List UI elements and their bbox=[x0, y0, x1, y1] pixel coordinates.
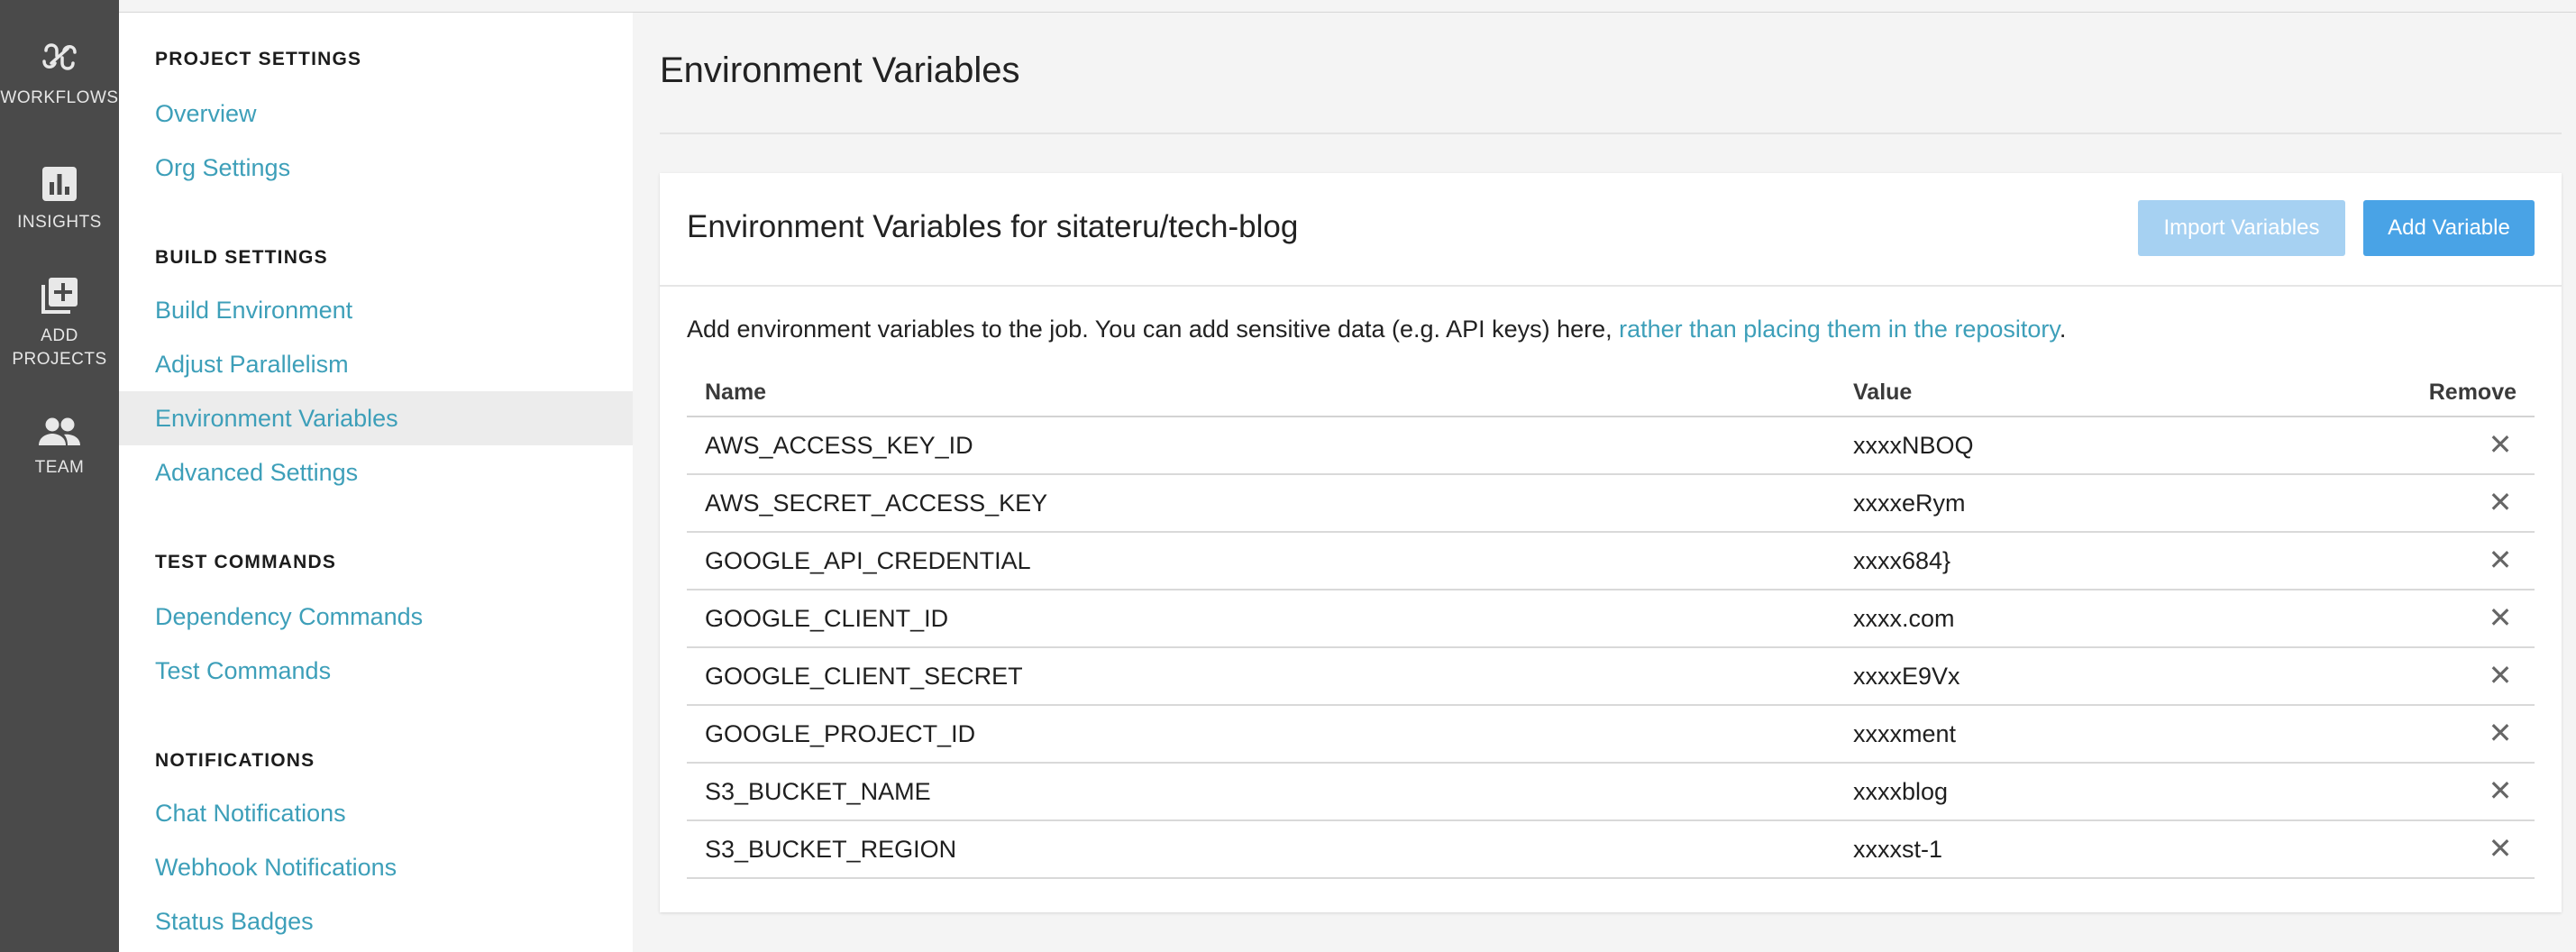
table-row: S3_BUCKET_NAME xxxxblog ✕ bbox=[687, 763, 2535, 821]
column-header-name: Name bbox=[687, 370, 1835, 417]
sidebar-link-dependency-commands[interactable]: Dependency Commands bbox=[119, 590, 633, 644]
settings-sidebar: PROJECT SETTINGS Overview Org Settings B… bbox=[119, 13, 633, 952]
table-header-row: Name Value Remove bbox=[687, 370, 2535, 417]
var-name: GOOGLE_CLIENT_ID bbox=[687, 590, 1835, 648]
sidebar-link-advanced-settings[interactable]: Advanced Settings bbox=[119, 445, 633, 499]
sidebar-link-webhook-notifications[interactable]: Webhook Notifications bbox=[119, 840, 633, 894]
remove-variable-icon[interactable]: ✕ bbox=[2484, 545, 2517, 574]
rail-label-projects: PROJECTS bbox=[12, 350, 107, 369]
app-nav-rail: WORKFLOWS INSIGHTS ADD PROJECTS TEAM bbox=[0, 0, 119, 952]
sidebar-link-chat-notifications[interactable]: Chat Notifications bbox=[119, 786, 633, 840]
section-heading-test-commands: TEST COMMANDS bbox=[155, 552, 337, 572]
var-value: xxxxNBOQ bbox=[1835, 416, 2376, 475]
title-divider bbox=[660, 133, 2562, 134]
card-title: Environment Variables for sitateru/tech-… bbox=[687, 209, 1299, 244]
sidebar-link-org-settings[interactable]: Org Settings bbox=[119, 141, 633, 195]
table-row: GOOGLE_CLIENT_ID xxxx.com ✕ bbox=[687, 590, 2535, 648]
rail-item-team[interactable]: TEAM bbox=[0, 416, 119, 480]
var-name: AWS_SECRET_ACCESS_KEY bbox=[687, 474, 1835, 533]
sidebar-link-test-commands[interactable]: Test Commands bbox=[119, 644, 633, 698]
remove-variable-icon[interactable]: ✕ bbox=[2484, 603, 2517, 632]
rail-item-insights[interactable]: INSIGHTS bbox=[0, 166, 119, 234]
var-name: AWS_ACCESS_KEY_ID bbox=[687, 416, 1835, 475]
column-header-value: Value bbox=[1835, 370, 2376, 417]
remove-variable-icon[interactable]: ✕ bbox=[2484, 661, 2517, 690]
table-row: GOOGLE_CLIENT_SECRET xxxxE9Vx ✕ bbox=[687, 647, 2535, 706]
card-header-divider bbox=[660, 285, 2562, 287]
var-value: xxxx684} bbox=[1835, 532, 2376, 590]
var-value: xxxxE9Vx bbox=[1835, 647, 2376, 706]
var-value: xxxxblog bbox=[1835, 763, 2376, 821]
remove-variable-icon[interactable]: ✕ bbox=[2484, 719, 2517, 747]
description-end: . bbox=[2059, 316, 2067, 343]
table-row: GOOGLE_API_CREDENTIAL xxxx684} ✕ bbox=[687, 532, 2535, 590]
rail-label-workflows: WORKFLOWS bbox=[0, 88, 119, 107]
team-icon bbox=[39, 417, 80, 445]
sidebar-link-build-environment[interactable]: Build Environment bbox=[119, 283, 633, 337]
table-row: AWS_ACCESS_KEY_ID xxxxNBOQ ✕ bbox=[687, 416, 2535, 475]
sidebar-link-environment-variables[interactable]: Environment Variables bbox=[119, 391, 633, 445]
rail-label-add: ADD bbox=[41, 326, 78, 345]
rail-label-team: TEAM bbox=[34, 458, 85, 477]
var-name: S3_BUCKET_NAME bbox=[687, 763, 1835, 821]
var-value: xxxxment bbox=[1835, 705, 2376, 764]
var-name: S3_BUCKET_REGION bbox=[687, 820, 1835, 879]
table-row: GOOGLE_PROJECT_ID xxxxment ✕ bbox=[687, 705, 2535, 764]
env-vars-table: Name Value Remove AWS_ACCESS_KEY_ID xxxx… bbox=[687, 370, 2535, 879]
description-text: Add environment variables to the job. Yo… bbox=[687, 316, 1620, 343]
rail-label-add-projects: ADD PROJECTS bbox=[12, 325, 106, 371]
card-description: Add environment variables to the job. Yo… bbox=[687, 316, 2066, 343]
var-name: GOOGLE_API_CREDENTIAL bbox=[687, 532, 1835, 590]
table-row: AWS_SECRET_ACCESS_KEY xxxxeRym ✕ bbox=[687, 474, 2535, 533]
var-name: GOOGLE_CLIENT_SECRET bbox=[687, 647, 1835, 706]
rail-item-workflows[interactable]: WORKFLOWS bbox=[0, 36, 119, 110]
sidebar-link-overview[interactable]: Overview bbox=[119, 87, 633, 141]
top-divider bbox=[119, 12, 2576, 13]
section-heading-project-settings: PROJECT SETTINGS bbox=[155, 49, 362, 69]
page-title: Environment Variables bbox=[660, 50, 1020, 90]
sidebar-link-adjust-parallelism[interactable]: Adjust Parallelism bbox=[119, 337, 633, 391]
section-heading-build-settings: BUILD SETTINGS bbox=[155, 247, 328, 268]
remove-variable-icon[interactable]: ✕ bbox=[2484, 430, 2517, 459]
sidebar-link-status-badges[interactable]: Status Badges bbox=[119, 894, 633, 948]
rail-item-add-projects[interactable]: ADD PROJECTS bbox=[0, 276, 119, 371]
add-projects-icon bbox=[41, 278, 78, 314]
rail-label-insights: INSIGHTS bbox=[17, 213, 102, 232]
workflows-icon bbox=[42, 43, 77, 70]
table-row: S3_BUCKET_REGION xxxxst-1 ✕ bbox=[687, 820, 2535, 879]
env-vars-card: Environment Variables for sitateru/tech-… bbox=[660, 173, 2562, 912]
var-value: xxxxst-1 bbox=[1835, 820, 2376, 879]
remove-variable-icon[interactable]: ✕ bbox=[2484, 488, 2517, 517]
section-heading-notifications: NOTIFICATIONS bbox=[155, 750, 315, 771]
var-value: xxxxeRym bbox=[1835, 474, 2376, 533]
remove-variable-icon[interactable]: ✕ bbox=[2484, 776, 2517, 805]
column-header-remove: Remove bbox=[2376, 370, 2535, 417]
var-name: GOOGLE_PROJECT_ID bbox=[687, 705, 1835, 764]
var-value: xxxx.com bbox=[1835, 590, 2376, 648]
import-variables-button[interactable]: Import Variables bbox=[2138, 200, 2345, 256]
add-variable-button[interactable]: Add Variable bbox=[2363, 200, 2535, 256]
repository-docs-link[interactable]: rather than placing them in the reposito… bbox=[1619, 316, 2060, 343]
remove-variable-icon[interactable]: ✕ bbox=[2484, 834, 2517, 863]
insights-icon bbox=[42, 167, 77, 201]
